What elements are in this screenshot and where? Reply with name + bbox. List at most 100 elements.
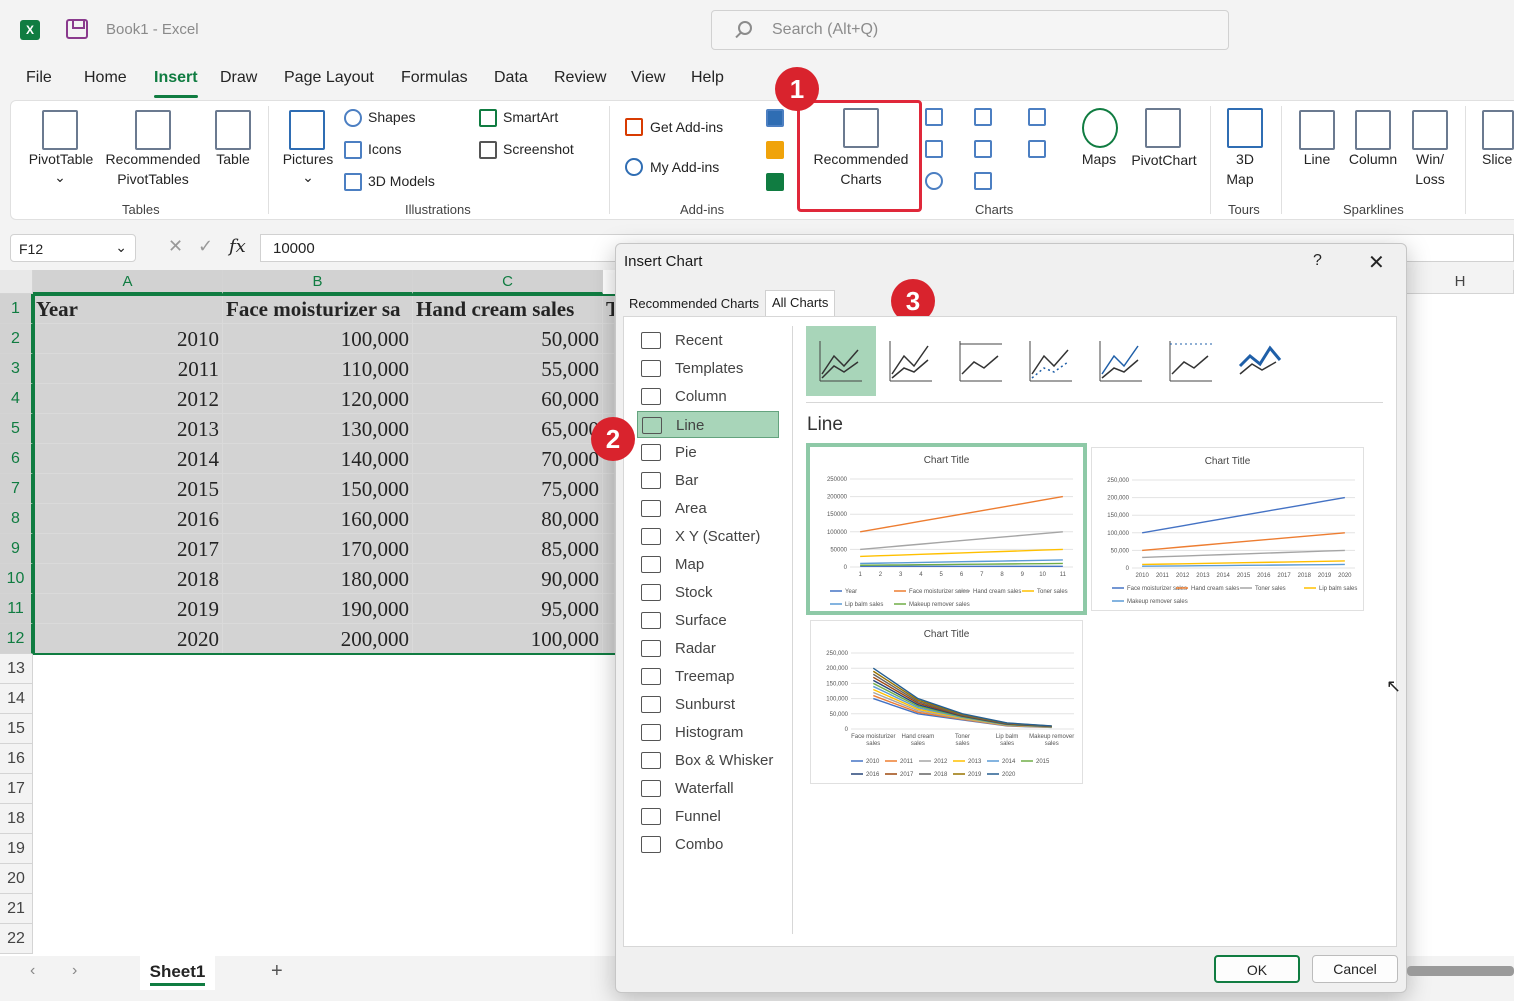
row-header[interactable]: 14: [0, 684, 33, 714]
row-header[interactable]: 3: [0, 354, 33, 384]
sparkline-column-button[interactable]: Column: [1344, 149, 1402, 169]
row-header[interactable]: 20: [0, 864, 33, 894]
pictures-icon[interactable]: [289, 110, 325, 150]
menu-data[interactable]: Data: [494, 69, 528, 87]
my-addins-button[interactable]: My Add-ins: [650, 157, 719, 177]
chart-category-bar[interactable]: Bar: [637, 467, 779, 494]
add-sheet-button[interactable]: +: [271, 960, 283, 983]
3d-map-line1[interactable]: 3D: [1220, 149, 1270, 169]
chart-preview-2[interactable]: Chart Title 250,000 200,000 150,000 100,000…: [1091, 447, 1364, 611]
row-header[interactable]: 2: [0, 324, 33, 354]
column-header-h[interactable]: H: [1407, 270, 1514, 294]
chart-preview-1[interactable]: Chart Title 250000 200000 150000 100000 5000…: [806, 443, 1087, 615]
menu-formulas[interactable]: Formulas: [401, 69, 468, 87]
subtype-100-stacked-line[interactable]: [946, 326, 1016, 396]
statistic-chart-icon[interactable]: [974, 140, 992, 158]
chart-category-map[interactable]: Map: [637, 551, 779, 578]
row-header[interactable]: 21: [0, 894, 33, 924]
row-header[interactable]: 16: [0, 744, 33, 774]
select-all-corner[interactable]: [0, 270, 33, 294]
menu-home[interactable]: Home: [84, 69, 127, 87]
row-header[interactable]: 7: [0, 474, 33, 504]
sparkline-column-icon[interactable]: [1355, 110, 1391, 150]
pivotchart-button[interactable]: PivotChart: [1124, 150, 1204, 170]
row-header[interactable]: 15: [0, 714, 33, 744]
column-chart-icon[interactable]: [925, 108, 943, 126]
chart-category-funnel[interactable]: Funnel: [637, 803, 779, 830]
sheet-tab-sheet1[interactable]: Sheet1: [140, 956, 215, 990]
smartart-button[interactable]: SmartArt: [503, 107, 558, 127]
search-box[interactable]: Search (Alt+Q): [711, 10, 1229, 50]
pie-chart-icon[interactable]: [925, 172, 943, 190]
menu-draw[interactable]: Draw: [220, 69, 257, 87]
ok-button[interactable]: OK: [1214, 955, 1300, 983]
enter-icon[interactable]: ✓: [198, 236, 213, 257]
chart-category-treemap[interactable]: Treemap: [637, 663, 779, 690]
store-icon[interactable]: [625, 118, 643, 136]
chart-category-column[interactable]: Column: [637, 383, 779, 410]
menu-page-layout[interactable]: Page Layout: [284, 69, 374, 87]
scroll-left-icon[interactable]: ‹: [30, 962, 35, 980]
waterfall-chart-icon[interactable]: [1028, 108, 1046, 126]
my-addins-icon[interactable]: [625, 158, 643, 176]
help-button[interactable]: ?: [1313, 252, 1322, 270]
sparkline-winloss-icon[interactable]: [1412, 110, 1448, 150]
scroll-right-icon[interactable]: ›: [72, 962, 77, 980]
row-header[interactable]: 8: [0, 504, 33, 534]
row-header[interactable]: 4: [0, 384, 33, 414]
row-header[interactable]: 11: [0, 594, 33, 624]
pictures-button[interactable]: Pictures: [280, 149, 336, 169]
row-header[interactable]: 17: [0, 774, 33, 804]
chart-category-x-y-scatter-[interactable]: X Y (Scatter): [637, 523, 779, 550]
pivottable-icon[interactable]: [42, 110, 78, 150]
horizontal-scrollbar[interactable]: [1407, 966, 1514, 976]
maps-button[interactable]: Maps: [1074, 149, 1124, 169]
chart-category-histogram[interactable]: Histogram: [637, 719, 779, 746]
row-header[interactable]: 1: [0, 294, 33, 324]
slicer-button[interactable]: Slice: [1482, 149, 1512, 169]
recommended-pivottables-line1[interactable]: Recommended: [100, 149, 206, 169]
subtype-line-markers[interactable]: [1016, 326, 1086, 396]
chart-category-stock[interactable]: Stock: [637, 579, 779, 606]
subtype-stacked-line-markers[interactable]: [1086, 326, 1156, 396]
cancel-icon[interactable]: ✕: [168, 236, 183, 257]
chart-category-combo[interactable]: Combo: [637, 831, 779, 858]
row-header[interactable]: 10: [0, 564, 33, 594]
line-chart-icon[interactable]: [925, 140, 943, 158]
column-header-a[interactable]: A: [33, 270, 223, 294]
chart-category-line[interactable]: Line: [637, 411, 779, 438]
chart-category-recent[interactable]: Recent: [637, 327, 779, 354]
row-header[interactable]: 18: [0, 804, 33, 834]
chevron-down-icon[interactable]: ⌄: [298, 167, 318, 187]
icons-icon[interactable]: [344, 141, 362, 159]
screenshot-button[interactable]: Screenshot: [503, 139, 574, 159]
menu-file[interactable]: File: [26, 69, 52, 87]
save-icon[interactable]: [66, 19, 88, 39]
row-header[interactable]: 13: [0, 654, 33, 684]
tab-recommended-charts[interactable]: Recommended Charts: [623, 292, 765, 316]
chart-category-sunburst[interactable]: Sunburst: [637, 691, 779, 718]
column-header-c[interactable]: C: [413, 270, 603, 294]
smartart-icon[interactable]: [479, 109, 497, 127]
sparkline-line-button[interactable]: Line: [1294, 149, 1340, 169]
people-graph-icon[interactable]: [766, 173, 784, 191]
slicer-icon[interactable]: [1482, 110, 1514, 150]
name-box[interactable]: F12 ⌄: [10, 234, 136, 262]
chart-category-box-whisker[interactable]: Box & Whisker: [637, 747, 779, 774]
bing-icon[interactable]: [766, 141, 784, 159]
combo-chart-icon[interactable]: [1028, 140, 1046, 158]
row-header[interactable]: 6: [0, 444, 33, 474]
3d-map-line2[interactable]: Map: [1220, 169, 1260, 189]
3d-map-icon[interactable]: [1227, 108, 1263, 148]
recommended-pivottables-icon[interactable]: [135, 110, 171, 150]
winloss-line2[interactable]: Loss: [1408, 169, 1452, 189]
visio-icon[interactable]: [766, 109, 784, 127]
column-header-b[interactable]: B: [223, 270, 413, 294]
chart-category-area[interactable]: Area: [637, 495, 779, 522]
tab-all-charts[interactable]: All Charts: [765, 290, 836, 317]
row-header[interactable]: 5: [0, 414, 33, 444]
subtype-3d-line[interactable]: [1226, 326, 1296, 396]
icons-button[interactable]: Icons: [368, 139, 401, 159]
row-header[interactable]: 12: [0, 624, 33, 654]
chart-category-surface[interactable]: Surface: [637, 607, 779, 634]
